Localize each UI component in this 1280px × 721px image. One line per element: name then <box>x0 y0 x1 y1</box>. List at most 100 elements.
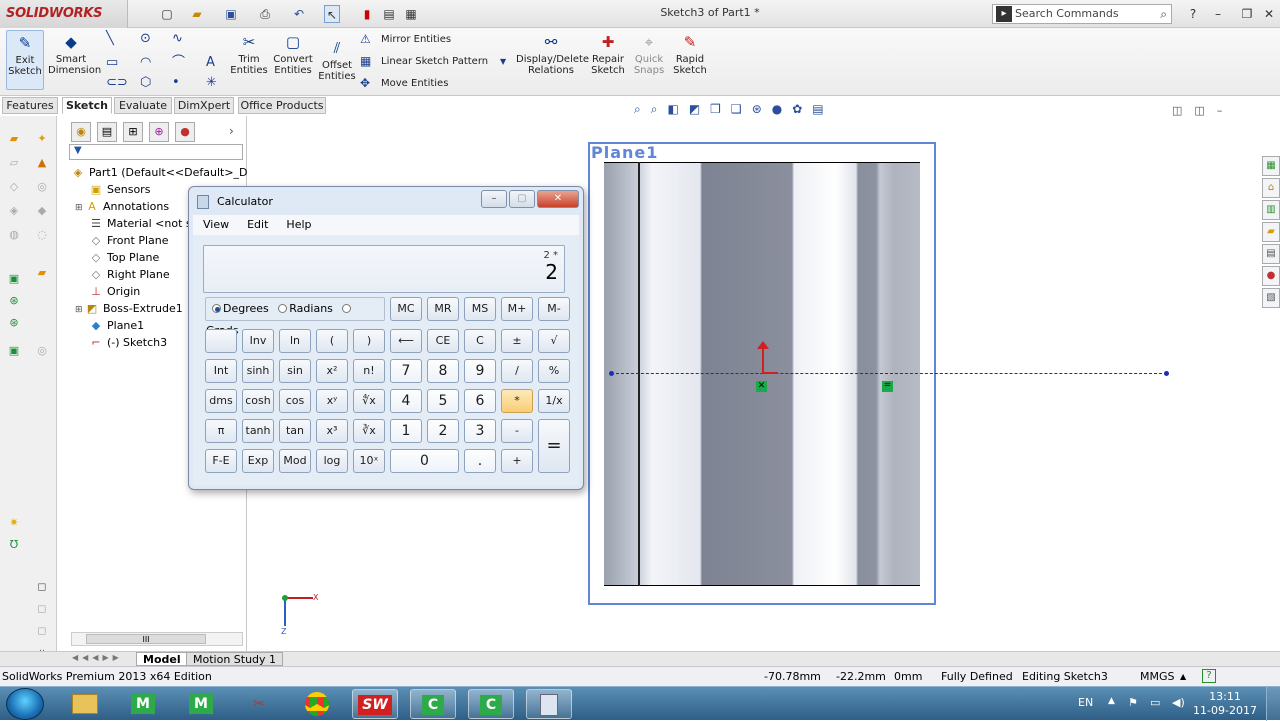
key-r0c8[interactable]: ± <box>501 329 533 353</box>
menu-view[interactable]: View <box>203 218 229 231</box>
key-r2c3[interactable]: xʸ <box>316 389 348 413</box>
key-r1c8[interactable]: / <box>501 359 533 383</box>
tab-office-products[interactable]: Office Products <box>238 97 326 114</box>
key-r4c4[interactable]: 10ˣ <box>353 449 385 473</box>
key-r0c1[interactable]: Inv <box>242 329 274 353</box>
convert-entities-button[interactable]: ▢ Convert Entities <box>272 32 314 76</box>
key-r4c0[interactable]: F-E <box>205 449 237 473</box>
centerline[interactable] <box>611 373 1167 374</box>
sketch-tool-11-icon[interactable]: ▣ <box>6 272 22 286</box>
hide-show-icon[interactable]: ⊛ <box>752 102 772 116</box>
volume-icon[interactable]: ◀) <box>1172 696 1185 709</box>
appearance-icon[interactable]: ● <box>772 102 792 116</box>
key-r2c2[interactable]: cos <box>279 389 311 413</box>
tree-item-boss-extrude1[interactable]: ⊞ ◩ Boss-Extrude1 <box>75 301 183 318</box>
horizontal-relation-icon[interactable]: = <box>882 381 893 392</box>
key-r3c7[interactable]: 3 <box>464 419 496 443</box>
restore-app-icon[interactable]: ❐ <box>1240 5 1254 23</box>
coincident-relation-icon[interactable]: ✕ <box>756 381 767 392</box>
tree-item-right-plane[interactable]: ◇ Right Plane <box>89 267 170 283</box>
key-r3c8[interactable]: - <box>501 419 533 443</box>
key-r4c6[interactable]: . <box>464 449 496 473</box>
key-r1c7[interactable]: 9 <box>464 359 496 383</box>
rectangle-icon[interactable]: ▭ <box>106 56 118 70</box>
degrees-label[interactable]: Degrees <box>223 302 269 315</box>
text-icon[interactable]: A <box>206 56 215 70</box>
spline-icon[interactable]: ∿ <box>172 32 183 46</box>
view-settings-icon[interactable]: ▤ <box>812 102 833 116</box>
key-r1c9[interactable]: % <box>538 359 570 383</box>
expand-panel-chevron-icon[interactable]: › <box>229 124 234 138</box>
chrome-icon[interactable] <box>294 689 340 719</box>
sketch-tool-16-icon[interactable]: ◎ <box>34 344 50 358</box>
expand-icon[interactable]: ⊞ <box>75 302 85 318</box>
key-r3c0[interactable]: π <box>205 419 237 443</box>
key-r0c6[interactable]: CE <box>427 329 459 353</box>
key-r3c9[interactable]: = <box>538 419 570 473</box>
language-indicator[interactable]: EN <box>1078 696 1093 709</box>
exit-sketch-button[interactable]: ✎ Exit Sketch <box>6 30 44 90</box>
trim-entities-button[interactable]: ✂ Trim Entities <box>230 32 268 76</box>
close-app-icon[interactable]: ✕ <box>1262 5 1276 23</box>
radians-radio[interactable] <box>278 304 288 313</box>
select-cursor-icon[interactable]: ↖ <box>324 5 340 23</box>
view-orientation-icon[interactable]: ❒ <box>710 102 731 116</box>
start-button-icon[interactable] <box>6 688 44 720</box>
key-r4c7[interactable]: + <box>501 449 533 473</box>
help-icon[interactable]: ? <box>1186 5 1200 23</box>
sketch-tool-10-icon[interactable]: ◌ <box>34 228 50 242</box>
key-r0c9[interactable]: √ <box>538 329 570 353</box>
memory-key-mplus[interactable]: M+ <box>501 297 533 321</box>
search-commands-box[interactable]: ▸ Search Commands ⌕ <box>992 4 1172 24</box>
sketch-tool-19-icon[interactable]: ◻ <box>34 580 50 594</box>
units-selector[interactable]: MMGS <box>1140 668 1175 686</box>
appearances-icon[interactable]: ● <box>1262 266 1280 286</box>
circle-icon[interactable]: ⊙ <box>140 32 151 46</box>
repair-sketch-button[interactable]: ✚ Repair Sketch <box>590 32 626 76</box>
design-library-icon[interactable]: ▥ <box>1262 200 1280 220</box>
key-r3c5[interactable]: 1 <box>390 419 422 443</box>
rapid-sketch-button[interactable]: ✎ Rapid Sketch <box>672 32 708 76</box>
camtasia-recorder-2-icon[interactable]: C <box>468 689 514 719</box>
feature-manager-tab-icon[interactable]: ◉ <box>71 122 91 142</box>
blank-key[interactable] <box>205 329 237 353</box>
options-icon[interactable]: ▦ <box>404 5 418 23</box>
camtasia-studio-icon[interactable]: M <box>120 689 166 719</box>
tree-item-material[interactable]: ☰ Material <not sp <box>89 216 199 232</box>
new-document-icon[interactable]: ▢ <box>160 5 174 23</box>
key-r2c8[interactable]: * <box>501 389 533 413</box>
key-r2c9[interactable]: 1/x <box>538 389 570 413</box>
sketch-tool-18-icon[interactable]: Ʊ <box>6 538 22 552</box>
degrees-radio[interactable] <box>212 304 221 313</box>
previous-view-icon[interactable]: ◧ <box>667 102 688 116</box>
key-r1c2[interactable]: sin <box>279 359 311 383</box>
expand-icon[interactable]: ⊞ <box>75 200 85 216</box>
point-icon[interactable]: • <box>172 76 180 90</box>
sketch-tool-13-icon[interactable]: ⊛ <box>6 294 22 308</box>
sketch-fillet-icon[interactable]: ⌒ <box>172 56 185 70</box>
key-r4c5[interactable]: 0 <box>390 449 459 473</box>
key-r2c6[interactable]: 5 <box>427 389 459 413</box>
scrollbar-thumb[interactable]: III <box>86 634 206 644</box>
tab-sketch[interactable]: Sketch <box>62 97 112 114</box>
undo-icon[interactable]: ↶ <box>292 5 306 23</box>
mirror-entities-button[interactable]: Mirror Entities <box>381 33 451 47</box>
key-r1c6[interactable]: 8 <box>427 359 459 383</box>
tab-evaluate[interactable]: Evaluate <box>114 97 172 114</box>
tree-item-annotations[interactable]: ⊞ A Annotations <box>75 199 169 216</box>
key-r4c1[interactable]: Exp <box>242 449 274 473</box>
tree-item-top-plane[interactable]: ◇ Top Plane <box>89 250 159 266</box>
tab-scroll-arrows[interactable]: ◀◀◀▶▶ <box>72 653 123 662</box>
camtasia-recorder-icon[interactable]: C <box>410 689 456 719</box>
calc-maximize-button[interactable]: ▢ <box>509 190 535 208</box>
part-body[interactable] <box>604 162 920 586</box>
memory-key-mc[interactable]: MC <box>390 297 422 321</box>
sketch-tool-15-icon[interactable]: ▣ <box>6 344 22 358</box>
solidworks-taskbar-icon[interactable]: SW <box>352 689 398 719</box>
line-icon[interactable]: ╲ <box>106 32 114 46</box>
sketch-tool-9-icon[interactable]: ◍ <box>6 228 22 242</box>
key-r3c3[interactable]: x³ <box>316 419 348 443</box>
key-r3c1[interactable]: tanh <box>242 419 274 443</box>
search-icon[interactable]: ⌕ <box>1160 5 1167 23</box>
key-r0c7[interactable]: C <box>464 329 496 353</box>
